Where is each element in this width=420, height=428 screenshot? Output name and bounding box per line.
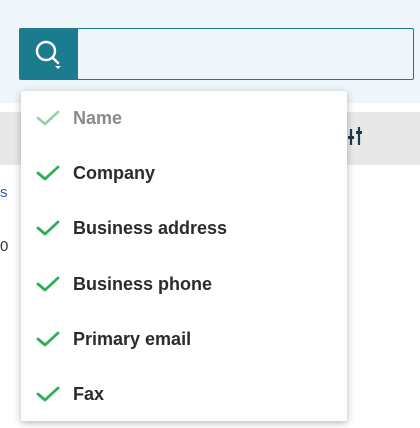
- search-bar: [19, 28, 414, 80]
- search-scope-menu: Name Company Business address Business p…: [21, 91, 347, 421]
- menu-item-business-address[interactable]: Business address: [21, 203, 347, 253]
- menu-item-business-phone[interactable]: Business phone: [21, 259, 347, 309]
- menu-item-label: Business address: [73, 217, 228, 238]
- checkmark-icon: [36, 110, 60, 126]
- background-row-text: s: [0, 184, 8, 201]
- background-row-text: 0: [0, 238, 9, 255]
- menu-item-label: Name: [73, 107, 123, 128]
- checkmark-icon: [36, 276, 60, 292]
- search-icon: [35, 40, 61, 69]
- column-filter-icon[interactable]: [346, 123, 366, 149]
- checkmark-icon: [36, 386, 60, 402]
- search-input[interactable]: [78, 29, 413, 79]
- menu-item-company[interactable]: Company: [21, 148, 347, 198]
- checkmark-icon: [36, 165, 60, 181]
- page: s 0 Name Company Business address Busine: [0, 0, 420, 428]
- checkmark-icon: [36, 331, 60, 347]
- menu-item-fax[interactable]: Fax: [21, 369, 347, 419]
- checkmark-icon: [36, 220, 60, 236]
- menu-item-label: Fax: [73, 383, 105, 404]
- menu-item-primary-email[interactable]: Primary email: [21, 314, 347, 364]
- menu-item-label: Company: [73, 162, 156, 183]
- menu-item-name: Name: [21, 93, 347, 143]
- menu-item-label: Primary email: [73, 328, 192, 349]
- search-scope-button[interactable]: [20, 29, 78, 79]
- menu-item-label: Business phone: [73, 273, 213, 294]
